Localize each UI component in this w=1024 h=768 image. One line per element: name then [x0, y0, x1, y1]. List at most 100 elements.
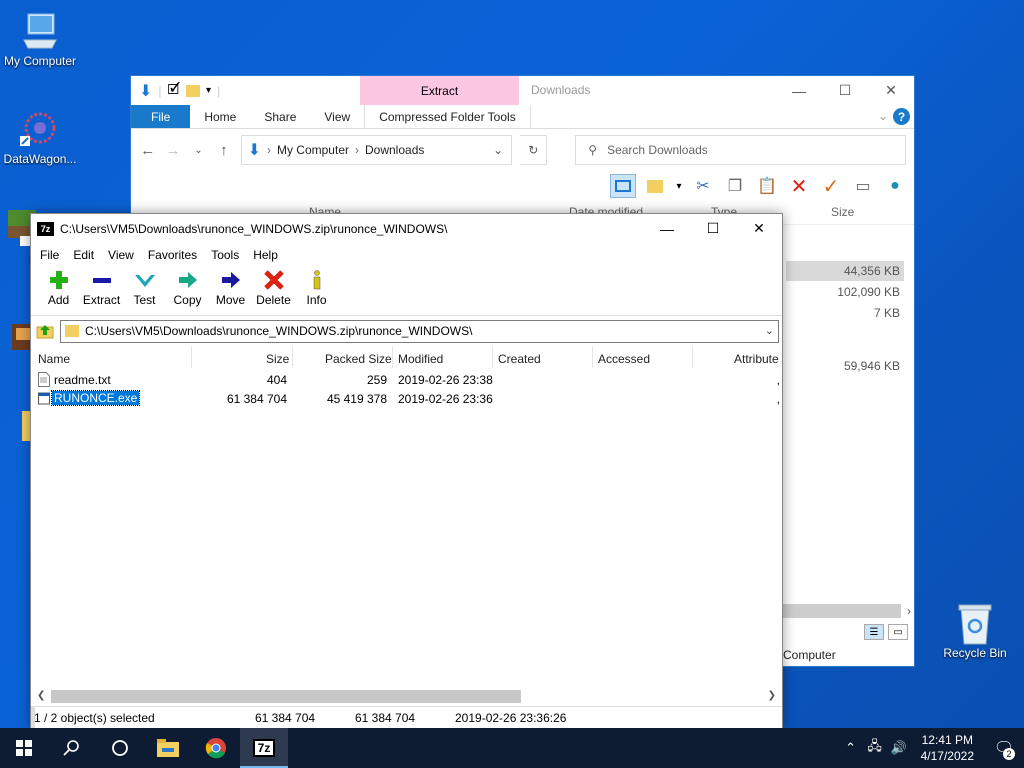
up-arrow-icon[interactable]: ↑	[215, 142, 232, 159]
minimize-icon[interactable]: —	[644, 214, 690, 243]
download-arrow-icon[interactable]: ⬇	[139, 81, 152, 101]
breadcrumb-downloads[interactable]: Downloads	[365, 143, 424, 157]
menu-favorites[interactable]: Favorites	[141, 248, 204, 262]
refresh-button[interactable]: ↻	[520, 135, 548, 165]
explorer-toolbar: ▾ ✂ ❐ 📋 ✕ ✓ ▭ ●	[131, 171, 914, 201]
col-accessed[interactable]: Accessed	[598, 352, 650, 366]
system-tray: ⌃ 🖧 🔊 12:41 PM 4/17/2022 🗨 2	[839, 728, 1024, 768]
recycle-bin-icon	[955, 602, 995, 645]
delete-x-icon	[263, 270, 284, 290]
scroll-left-icon[interactable]: ❮	[37, 690, 45, 701]
col-modified[interactable]: Modified	[398, 352, 443, 366]
volume-icon[interactable]: 🔊	[887, 740, 911, 756]
scroll-right-icon[interactable]: ❯	[768, 690, 776, 701]
explorer-size-list: 44,356 KB 102,090 KB 7 KB	[837, 264, 900, 327]
sevenzip-taskbar-button[interactable]: 7z	[240, 728, 288, 768]
test-button[interactable]: Test	[123, 266, 166, 315]
preview-pane-icon[interactable]	[610, 174, 636, 198]
ribbon-tabs: File Home Share View Compressed Folder T…	[131, 105, 914, 129]
file-row-selected[interactable]: RUNONCE.exe 61 384 704 45 419 378 2019-0…	[31, 389, 782, 408]
clock[interactable]: 12:41 PM 4/17/2022	[911, 732, 984, 764]
file-explorer-taskbar-button[interactable]	[144, 728, 192, 768]
scroll-right-icon[interactable]: ›	[907, 604, 911, 618]
tab-compressed-folder-tools[interactable]: Compressed Folder Tools	[364, 105, 531, 128]
add-button[interactable]: Add	[37, 266, 80, 315]
copy-icon[interactable]: ❐	[722, 174, 748, 198]
chevron-up-icon[interactable]: ⌃	[839, 740, 863, 756]
close-icon[interactable]: ✕	[868, 76, 914, 105]
menu-help[interactable]: Help	[246, 248, 285, 262]
recent-dropdown-icon[interactable]: ⌄	[190, 145, 207, 156]
qa-dropdown-icon[interactable]: ▾	[206, 85, 211, 96]
tab-file[interactable]: File	[131, 105, 191, 128]
task-view-button[interactable]	[96, 728, 144, 768]
explorer-titlebar[interactable]: ⬇ | 🗹 ▾ | Extract Downloads — ☐ ✕	[131, 76, 914, 105]
menu-file[interactable]: File	[33, 248, 66, 262]
file-row[interactable]: readme.txt 404 259 2019-02-26 23:38 ,	[31, 370, 782, 389]
horizontal-scrollbar[interactable]: ❮ ❯	[33, 688, 780, 705]
explorer-hscrollbar[interactable]	[783, 604, 901, 618]
col-size[interactable]: Size	[266, 352, 289, 366]
back-arrow-icon[interactable]: ←	[139, 142, 156, 159]
quick-access-toolbar: ⬇ | 🗹 ▾ |	[131, 79, 220, 103]
folder-up-icon[interactable]	[34, 320, 56, 342]
sevenzip-window[interactable]: 7z C:\Users\VM5\Downloads\runonce_WINDOW…	[30, 213, 783, 729]
tab-share[interactable]: Share	[250, 105, 310, 128]
delete-label: Delete	[256, 293, 291, 307]
start-button[interactable]	[0, 728, 48, 768]
minimize-icon[interactable]: —	[776, 76, 822, 105]
info-button[interactable]: Info	[295, 266, 338, 315]
forward-arrow-icon[interactable]: →	[164, 142, 181, 159]
folder-options-icon[interactable]	[642, 174, 668, 198]
move-button[interactable]: Move	[209, 266, 252, 315]
taskbar: 7z ⌃ 🖧 🔊 12:41 PM 4/17/2022 🗨 2	[0, 728, 1024, 768]
path-input[interactable]: C:\Users\VM5\Downloads\runonce_WINDOWS.z…	[60, 319, 779, 343]
paste-icon[interactable]: 📋	[754, 174, 780, 198]
copy-button[interactable]: Copy	[166, 266, 209, 315]
menu-tools[interactable]: Tools	[204, 248, 246, 262]
breadcrumb-my-computer[interactable]: My Computer	[277, 143, 349, 157]
col-created[interactable]: Created	[498, 352, 541, 366]
menu-edit[interactable]: Edit	[66, 248, 101, 262]
delete-icon[interactable]: ✕	[786, 174, 812, 198]
rename-icon[interactable]: ▭	[850, 174, 876, 198]
menu-view[interactable]: View	[101, 248, 141, 262]
desktop-icon-recycle-bin[interactable]: Recycle Bin	[935, 602, 1015, 660]
search-button[interactable]	[48, 728, 96, 768]
checkmark-icon[interactable]: ✓	[818, 174, 844, 198]
col-packed-size[interactable]: Packed Size	[325, 352, 392, 366]
address-dropdown-icon[interactable]: ⌄	[493, 143, 503, 157]
network-icon[interactable]: 🖧	[863, 737, 887, 759]
col-attributes[interactable]: Attribute	[734, 352, 779, 366]
tiles-view-icon[interactable]: ▭	[888, 624, 908, 640]
chevron-down-icon[interactable]: ⌄	[765, 324, 774, 337]
sevenzip-titlebar[interactable]: 7z C:\Users\VM5\Downloads\runonce_WINDOW…	[31, 214, 782, 244]
address-bar[interactable]: ⬇ › My Computer › Downloads ⌄	[240, 135, 513, 165]
extract-button[interactable]: Extract	[80, 266, 123, 315]
col-size[interactable]: Size	[831, 205, 854, 219]
breadcrumb-separator: ›	[266, 143, 271, 157]
maximize-icon[interactable]: ☐	[822, 76, 868, 105]
globe-icon[interactable]: ●	[882, 174, 908, 198]
delete-button[interactable]: Delete	[252, 266, 295, 315]
test-check-icon	[134, 275, 155, 287]
tab-view[interactable]: View	[310, 105, 364, 128]
chrome-taskbar-button[interactable]	[192, 728, 240, 768]
file-packed-size: 45 419 378	[326, 392, 387, 406]
col-name[interactable]: Name	[38, 352, 70, 366]
cut-icon[interactable]: ✂	[690, 174, 716, 198]
maximize-icon[interactable]: ☐	[690, 214, 736, 243]
close-icon[interactable]: ✕	[736, 214, 782, 243]
desktop-icon-my-computer[interactable]: My Computer	[0, 10, 80, 68]
search-box[interactable]: ⚲ Search Downloads	[575, 135, 907, 165]
notification-button[interactable]: 🗨 2	[984, 728, 1024, 768]
new-folder-icon[interactable]	[186, 84, 201, 97]
properties-icon[interactable]: 🗹	[168, 79, 181, 103]
desktop-icon-datawagon[interactable]: DataWagon...	[0, 108, 80, 166]
scroll-thumb[interactable]	[51, 690, 521, 703]
details-view-icon[interactable]: ☰	[864, 624, 884, 640]
dropdown-icon[interactable]: ▾	[674, 174, 684, 198]
chevron-down-icon[interactable]: ⌄	[878, 109, 888, 123]
tab-home[interactable]: Home	[190, 105, 250, 128]
help-icon[interactable]: ?	[893, 108, 910, 125]
